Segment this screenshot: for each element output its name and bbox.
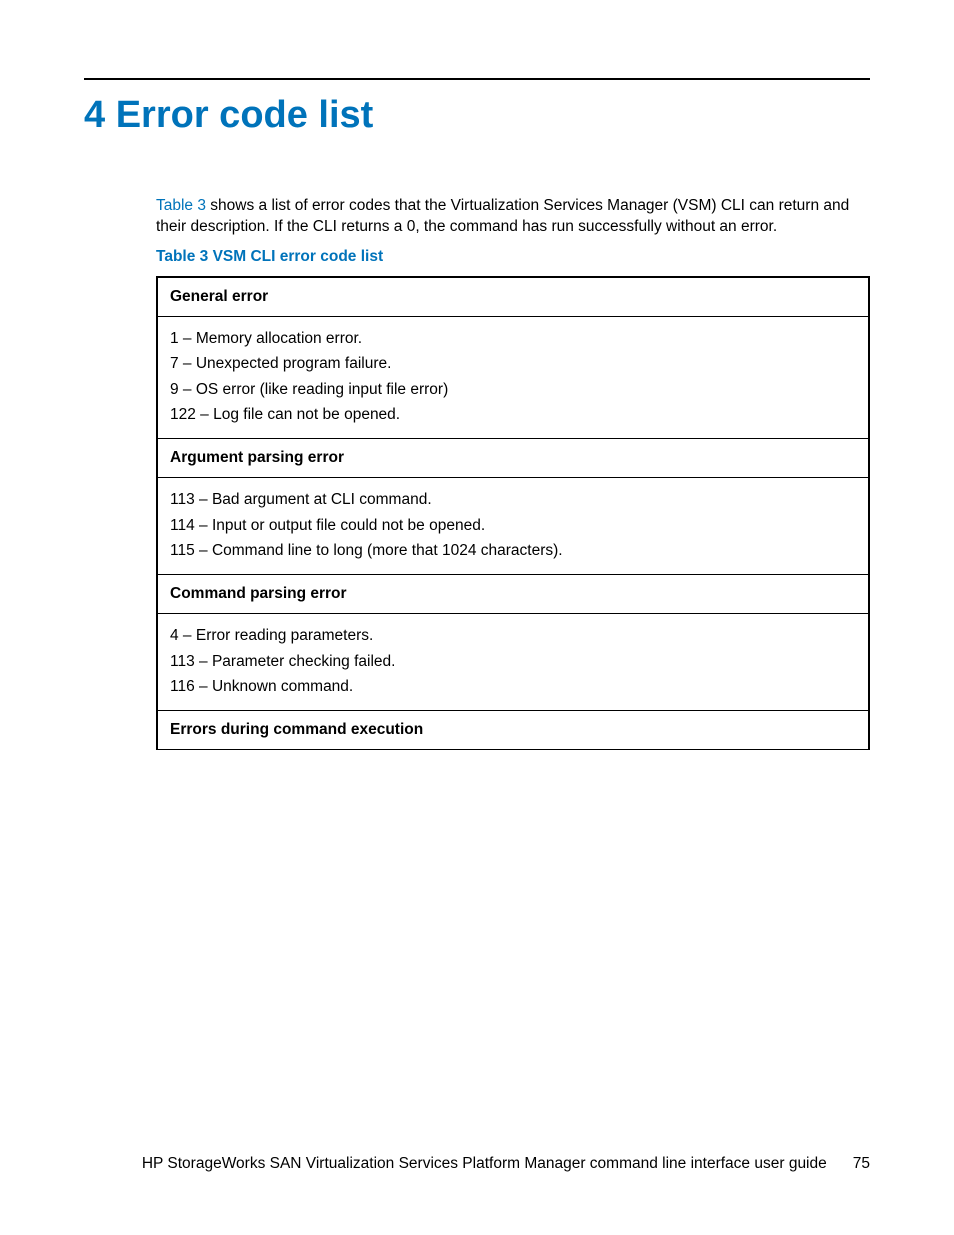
table-section-body: 1 – Memory allocation error.7 – Unexpect… <box>157 317 869 439</box>
table-section-header: Command parsing error <box>157 575 869 614</box>
table-caption: Table 3 VSM CLI error code list <box>156 248 870 266</box>
intro-text: shows a list of error codes that the Vir… <box>156 197 849 235</box>
table-section-body: 4 – Error reading parameters. 113 – Param… <box>157 614 869 711</box>
error-code-item: 9 – OS error (like reading input file er… <box>170 378 856 401</box>
error-code-item: 1 – Memory allocation error. <box>170 327 856 350</box>
error-code-item: 113 – Parameter checking failed. <box>170 650 856 673</box>
error-code-item: 114 – Input or output file could not be … <box>170 514 856 537</box>
table-section-header: General error <box>157 277 869 317</box>
table-section-body: 113 – Bad argument at CLI command. 114 – … <box>157 478 869 575</box>
chapter-number: 4 <box>84 94 105 136</box>
intro-paragraph: Table 3 shows a list of error codes that… <box>156 195 870 238</box>
page-number: 75 <box>853 1154 870 1175</box>
error-code-item: 113 – Bad argument at CLI command. <box>170 488 856 511</box>
error-code-item: 7 – Unexpected program failure. <box>170 352 856 375</box>
chapter-title-text: Error code list <box>116 94 374 136</box>
chapter-title: 4 Error code list <box>84 94 870 137</box>
table-section-header: Argument parsing error <box>157 439 869 478</box>
error-code-item: 4 – Error reading parameters. <box>170 624 856 647</box>
error-code-item: 115 – Command line to long (more that 10… <box>170 539 856 562</box>
error-code-item: 116 – Unknown command. <box>170 675 856 698</box>
error-code-table: General error1 – Memory allocation error… <box>156 276 870 751</box>
page-footer: HP StorageWorks SAN Virtualization Servi… <box>84 1154 870 1175</box>
footer-doc-title: HP StorageWorks SAN Virtualization Servi… <box>142 1155 827 1172</box>
top-rule <box>84 78 870 80</box>
table-section-header: Errors during command execution <box>157 711 869 750</box>
error-code-item: 122 – Log file can not be opened. <box>170 403 856 426</box>
table-reference-link[interactable]: Table 3 <box>156 197 206 214</box>
